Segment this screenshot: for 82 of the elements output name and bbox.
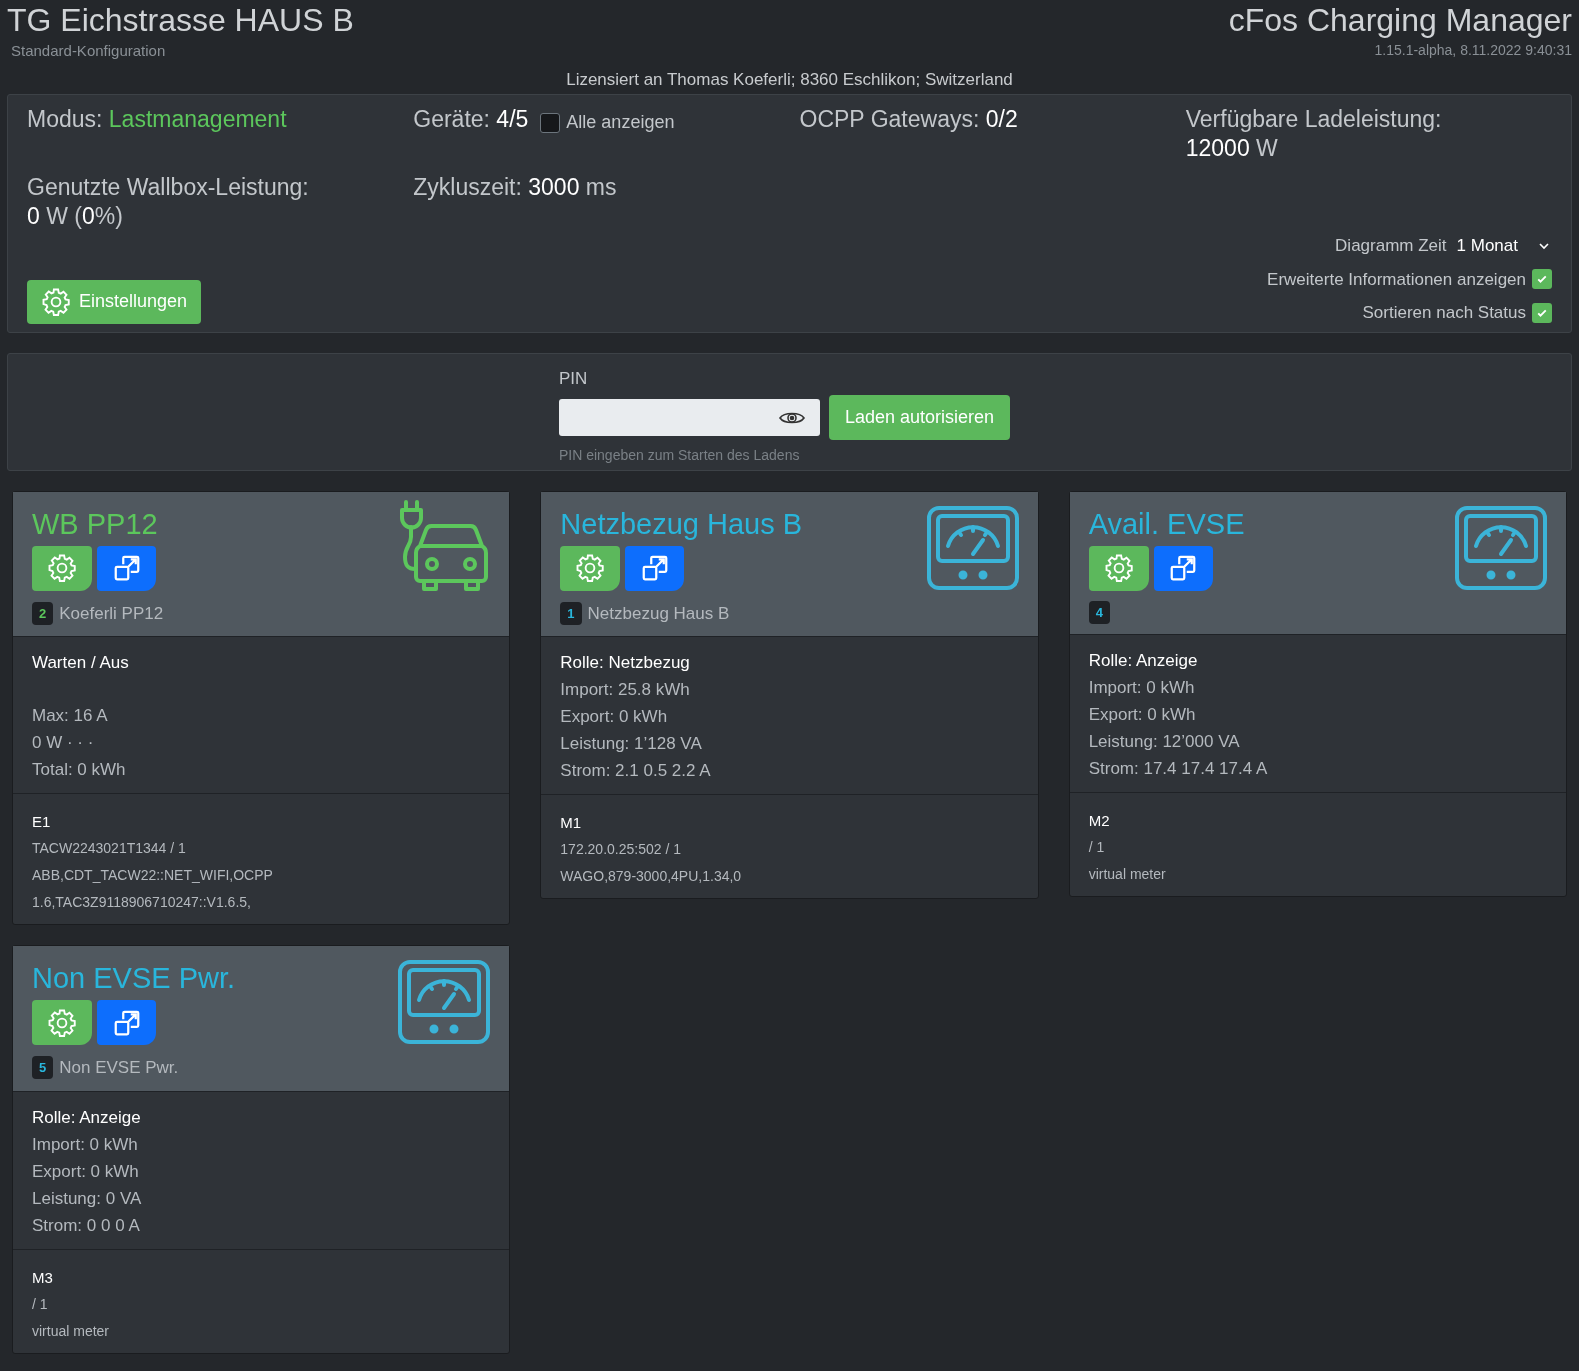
- pin-help-text: PIN eingeben zum Starten des Ladens: [558, 446, 801, 465]
- device-id: M2: [1088, 810, 1111, 831]
- status-line: Leistung: 0 VA: [32, 1187, 143, 1210]
- info-line: WAGO,879-3000,4PU,1.34,0: [560, 867, 743, 886]
- device-number-badge: 1: [560, 601, 582, 625]
- version-text: 1.15.1-alpha, 8.11.2022 9:40:31: [1374, 41, 1572, 60]
- status-line: Strom: 17.4 17.4 17.4 A: [1088, 757, 1269, 780]
- device-title: Avail. EVSE: [1088, 506, 1245, 542]
- info-line: / 1: [1088, 837, 1106, 857]
- settings-icon: [41, 286, 71, 317]
- settings-icon: [47, 553, 77, 583]
- device-number-badge: 4: [1088, 600, 1110, 624]
- status-line: Max: 16 A: [32, 705, 109, 727]
- config-name: Standard-Konfiguration: [10, 41, 167, 61]
- info-line: TACW2243021T1344 / 1: [32, 839, 187, 858]
- stat-text: Zykluszeit: 3000 ms: [413, 173, 617, 202]
- device-id: M1: [560, 813, 583, 833]
- device-number-badge: 2: [32, 601, 54, 625]
- device-title: Netzbezug Haus B: [560, 506, 803, 542]
- settings-button[interactable]: [32, 545, 92, 591]
- device-number-badge: 5: [32, 1056, 54, 1080]
- status-line: Import: 0 kWh: [1088, 676, 1196, 699]
- status-line: Rolle: Anzeige: [32, 1106, 142, 1129]
- status-line: Export: 0 kWh: [32, 1160, 140, 1183]
- settings-button[interactable]: Einstellungen: [27, 279, 202, 324]
- device-name: Non EVSE Pwr.: [59, 1057, 179, 1079]
- page-title: TG Eichstrasse HAUS B: [7, 1, 354, 40]
- stat-text: Genutzte Wallbox-Leistung: 0 W (0%): [27, 173, 310, 231]
- meter-gauge-icon: [1455, 505, 1547, 590]
- status-line: Total: 0 kWh: [32, 759, 127, 781]
- device-id: E1: [32, 812, 52, 832]
- info-line: virtual meter: [1088, 864, 1167, 884]
- checkbox[interactable]: [540, 112, 561, 133]
- app-name: cFos Charging Manager: [1228, 1, 1572, 40]
- checkbox[interactable]: [1532, 302, 1552, 323]
- device-name: Koeferli PP12: [59, 602, 164, 625]
- device-id: M3: [32, 1267, 54, 1288]
- settings-icon: [575, 553, 606, 583]
- settings-button[interactable]: [1088, 545, 1149, 591]
- device-title: Non EVSE Pwr.: [32, 961, 236, 996]
- status-line: 0 W · · ·: [32, 732, 95, 754]
- open-button[interactable]: [97, 1000, 156, 1045]
- status-line: Rolle: Anzeige: [1088, 649, 1199, 672]
- stat-text: OCPP Gateways: 0/2: [799, 105, 1018, 134]
- info-line: virtual meter: [32, 1321, 111, 1341]
- check-icon: [1536, 273, 1548, 286]
- meter-gauge-icon: [926, 505, 1019, 590]
- status-line: Leistung: 12’000 VA: [1088, 730, 1241, 753]
- info-line: 172.20.0.25:502 / 1: [560, 840, 682, 859]
- option-label: Erweiterte Informationen anzeigen: [1267, 268, 1526, 291]
- status-line: Strom: 2.1 0.5 2.2 A: [560, 760, 712, 782]
- device-name: Netzbezug Haus B: [587, 602, 730, 625]
- pin-label: PIN: [558, 367, 589, 390]
- settings-icon: [1103, 553, 1134, 583]
- device-title: WB PP12: [32, 506, 159, 542]
- open-button[interactable]: [625, 545, 685, 591]
- meter-gauge-icon: [398, 960, 491, 1044]
- checkbox[interactable]: [1532, 269, 1552, 290]
- status-line: Rolle: Netzbezug: [560, 652, 691, 674]
- stat-text: Modus: Lastmanagement: [27, 105, 287, 134]
- status-line: Strom: 0 0 0 A: [32, 1214, 141, 1237]
- status-line: Leistung: 1’128 VA: [560, 733, 703, 755]
- open-button[interactable]: [1153, 545, 1213, 591]
- info-line: / 1: [32, 1294, 49, 1314]
- status-line: Export: 0 kWh: [1088, 703, 1197, 726]
- status-line: Import: 0 kWh: [32, 1133, 139, 1156]
- settings-icon: [47, 1007, 77, 1038]
- option-label: Sortieren nach Status: [1362, 302, 1526, 324]
- settings-button[interactable]: [560, 545, 621, 591]
- authorize-button[interactable]: Laden autorisieren: [828, 395, 1011, 440]
- info-line: ABB,CDT_TACW22::NET_WIFI,OCPP 1.6,TAC3Z9118906710247::V1.6.5,: [32, 866, 274, 912]
- open-button[interactable]: [97, 545, 156, 591]
- status-line: Warten / Aus: [32, 652, 130, 674]
- license-text: Lizensiert an Thomas Koeferli; 8360 Eschlikon; Switzerland: [566, 68, 1013, 91]
- checkbox-label: Alle anzeigen: [566, 111, 675, 134]
- chart-time-select[interactable]: 1 Monat: [1456, 233, 1552, 259]
- stat-text: Geräte: 4/5: [413, 105, 529, 134]
- stat-text: Verfügbare Ladeleistung: 12000 W: [1185, 105, 1443, 163]
- chart-time-label: Diagramm Zeit: [1335, 235, 1447, 257]
- status-line: Import: 25.8 kWh: [560, 679, 691, 701]
- status-line: Export: 0 kWh: [560, 706, 669, 728]
- pin-field[interactable]: [558, 399, 820, 436]
